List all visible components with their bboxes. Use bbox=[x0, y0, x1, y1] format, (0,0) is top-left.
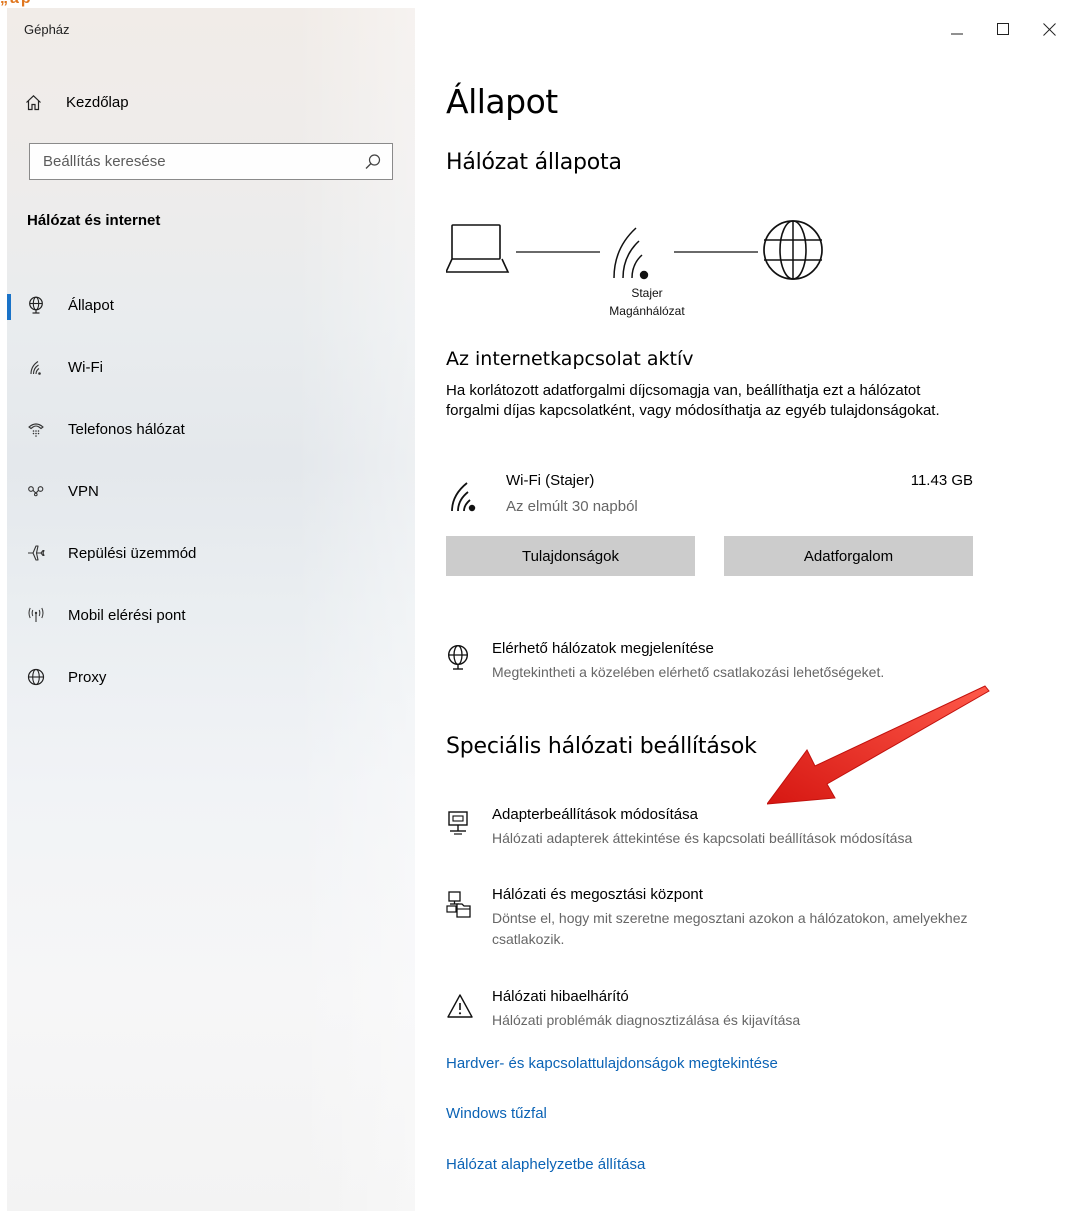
search-icon[interactable] bbox=[364, 153, 382, 171]
option-description: Döntse el, hogy mit szeretne megosztani … bbox=[492, 910, 968, 947]
search-input[interactable] bbox=[30, 144, 343, 179]
connection-heading: Az internetkapcsolat aktív bbox=[446, 348, 694, 370]
globe-network-icon bbox=[27, 296, 45, 314]
option-title: Hálózati és megosztási központ bbox=[492, 886, 703, 903]
sidebar-item-allapot[interactable]: Állapot bbox=[7, 274, 415, 336]
red-arrow-annotation bbox=[767, 685, 990, 805]
usage-amount: 11.43 GB bbox=[910, 472, 973, 489]
network-reset-link[interactable]: Hálózat alaphelyzetbe állítása bbox=[446, 1156, 645, 1173]
advanced-settings-heading: Speciális hálózati beállítások bbox=[446, 734, 757, 759]
option-description: Megtekintheti a közelében elérhető csatl… bbox=[492, 664, 885, 680]
hotspot-icon bbox=[27, 606, 45, 624]
option-title: Hálózati hibaelhárító bbox=[492, 988, 629, 1005]
globe-network-icon bbox=[446, 644, 472, 670]
properties-button[interactable]: Tulajdonságok bbox=[446, 536, 695, 576]
sidebar-item-wifi[interactable]: Wi-Fi bbox=[7, 336, 415, 398]
home-icon bbox=[24, 93, 42, 111]
minimize-button[interactable] bbox=[934, 8, 980, 50]
window-title: Gépház bbox=[24, 22, 70, 37]
sidebar-item-label: Repülési üzemmód bbox=[68, 544, 197, 562]
wifi-icon bbox=[449, 480, 483, 517]
network-status-heading: Hálózat állapota bbox=[446, 150, 622, 175]
sidebar-nav: Állapot Wi-Fi Telefonos hálózat VPN Repü… bbox=[7, 274, 415, 708]
sidebar: Gépház Kezdőlap Hálózat és internet Álla… bbox=[7, 8, 415, 1211]
sidebar-item-label: Wi-Fi bbox=[68, 358, 103, 376]
sidebar-item-mobil-elerési-pont[interactable]: Mobil elérési pont bbox=[7, 584, 415, 646]
option-description: Hálózati problémák diagnosztizálása és k… bbox=[492, 1012, 801, 1028]
sidebar-item-label: Proxy bbox=[68, 668, 107, 686]
windows-firewall-link[interactable]: Windows tűzfal bbox=[446, 1105, 547, 1122]
option-description: Hálózati adapterek áttekintése és kapcso… bbox=[492, 830, 913, 846]
internet-globe-icon bbox=[763, 220, 823, 280]
data-usage-button[interactable]: Adatforgalom bbox=[724, 536, 973, 576]
usage-network-name: Wi-Fi (Stajer) bbox=[506, 472, 595, 489]
dialup-icon bbox=[27, 420, 45, 438]
usage-period: Az elmúlt 30 napból bbox=[506, 498, 638, 515]
network-adapter-icon bbox=[446, 810, 472, 836]
sidebar-item-label: VPN bbox=[68, 482, 99, 500]
section-heading: Hálózat és internet bbox=[27, 212, 161, 229]
page-title: Állapot bbox=[446, 82, 558, 121]
connection-description: Ha korlátozott adatforgalmi díjcsomagja … bbox=[446, 382, 940, 419]
active-indicator bbox=[7, 294, 11, 320]
network-name-label: Stajer Magánhálózat bbox=[586, 284, 708, 320]
wifi-icon bbox=[27, 358, 45, 376]
hardware-properties-link[interactable]: Hardver- és kapcsolattulajdonságok megte… bbox=[446, 1055, 778, 1072]
sidebar-item-vpn[interactable]: VPN bbox=[7, 460, 415, 522]
maximize-button[interactable] bbox=[980, 8, 1026, 50]
home-link[interactable]: Kezdőlap bbox=[24, 90, 129, 114]
airplane-icon bbox=[27, 544, 45, 562]
data-usage-row: Wi-Fi (Stajer) Az elmúlt 30 napból 11.43… bbox=[446, 472, 973, 524]
sidebar-item-label: Telefonos hálózat bbox=[68, 420, 185, 438]
sharing-center-icon bbox=[446, 890, 472, 918]
home-label: Kezdőlap bbox=[66, 93, 129, 111]
network-name: Stajer bbox=[631, 286, 663, 300]
sidebar-item-telefonos-halozat[interactable]: Telefonos hálózat bbox=[7, 398, 415, 460]
settings-search bbox=[29, 143, 393, 180]
globe-icon bbox=[27, 668, 45, 686]
window-controls bbox=[934, 8, 1072, 50]
top-text-fragment: „ap bbox=[0, 0, 60, 8]
settings-window: Gépház Kezdőlap Hálózat és internet Álla… bbox=[7, 8, 1072, 1211]
wifi-signal-icon bbox=[613, 227, 649, 280]
option-title: Adapterbeállítások módosítása bbox=[492, 806, 698, 823]
close-button[interactable] bbox=[1026, 8, 1072, 50]
sidebar-item-repulesi-uzemmod[interactable]: Repülési üzemmód bbox=[7, 522, 415, 584]
sidebar-item-label: Állapot bbox=[68, 296, 114, 314]
network-type: Magánhálózat bbox=[609, 304, 685, 318]
vpn-icon bbox=[27, 482, 45, 500]
sidebar-item-proxy[interactable]: Proxy bbox=[7, 646, 415, 708]
laptop-icon bbox=[446, 224, 510, 273]
sidebar-item-label: Mobil elérési pont bbox=[68, 606, 186, 624]
option-title: Elérhető hálózatok megjelenítése bbox=[492, 640, 714, 657]
warning-icon bbox=[446, 992, 473, 1018]
